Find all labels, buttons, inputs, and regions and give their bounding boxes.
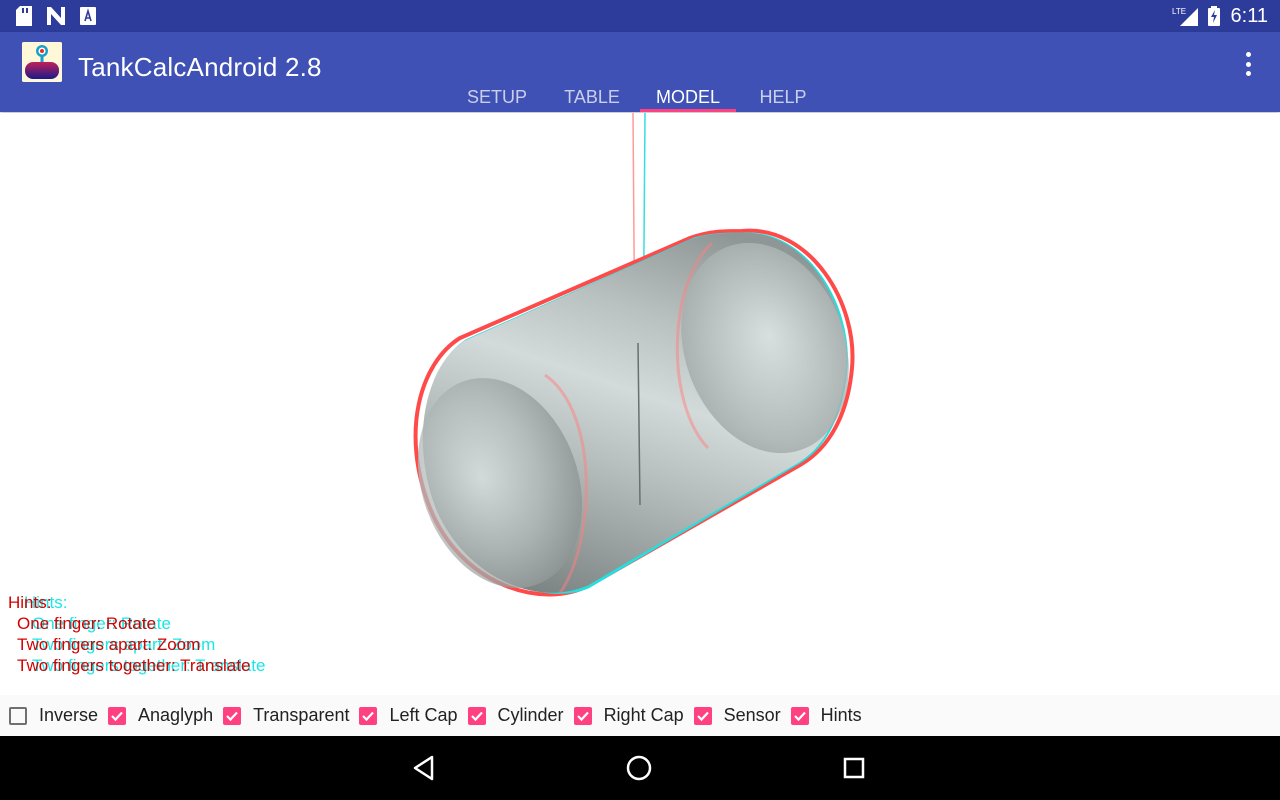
navigation-bar bbox=[0, 736, 1280, 800]
app-bar: TankCalcAndroid 2.8 SETUP TABLE MODEL HE… bbox=[0, 32, 1280, 112]
app-logo-icon bbox=[22, 42, 62, 82]
tab-label: SETUP bbox=[466, 87, 527, 107]
tab-model[interactable]: MODEL bbox=[640, 80, 736, 112]
sd-card-icon bbox=[14, 6, 34, 26]
sensor-checkbox[interactable]: Sensor bbox=[693, 705, 781, 726]
checkbox-label: Cylinder bbox=[497, 705, 564, 725]
checkbox-label: Sensor bbox=[723, 705, 781, 725]
checkbox-checked-icon bbox=[573, 706, 592, 725]
checkbox-label: Anaglyph bbox=[138, 705, 214, 725]
hint-line-1: One finger: Rotate bbox=[17, 614, 156, 633]
checkbox-label: Inverse bbox=[39, 705, 99, 725]
battery-charging-icon bbox=[1206, 6, 1222, 26]
checkbox-label: Hints bbox=[820, 705, 862, 725]
hint-line-2: Two fingers apart: Zoom bbox=[17, 635, 201, 654]
options-bar: Inverse Anaglyph Transparent Left Cap Cy… bbox=[0, 695, 1280, 736]
text-a-icon bbox=[80, 6, 96, 26]
hints-title: Hints: bbox=[8, 593, 52, 612]
checkbox-label: Right Cap bbox=[603, 705, 684, 725]
tab-setup[interactable]: SETUP bbox=[450, 80, 544, 112]
hints-overlay: Hints: One finger: Rotate Two fingers ap… bbox=[0, 593, 400, 693]
tab-label: HELP bbox=[759, 87, 807, 107]
tab-help[interactable]: HELP bbox=[736, 80, 830, 112]
hints-checkbox[interactable]: Hints bbox=[790, 705, 862, 726]
status-bar: LTE 6:11 bbox=[0, 0, 1280, 32]
hint-line-3: Two fingers together: Translate bbox=[17, 656, 251, 675]
recents-icon[interactable] bbox=[834, 750, 874, 786]
tab-bar: SETUP TABLE MODEL HELP bbox=[450, 80, 830, 112]
transparent-checkbox[interactable]: Transparent bbox=[223, 705, 349, 726]
home-icon[interactable] bbox=[619, 750, 659, 786]
checkbox-unchecked-icon bbox=[9, 706, 27, 725]
checkbox-checked-icon bbox=[359, 706, 378, 725]
checkbox-checked-icon bbox=[790, 706, 809, 725]
inverse-checkbox[interactable]: Inverse bbox=[9, 705, 98, 726]
model-canvas[interactable]: Hints: One finger: Rotate Two fingers ap… bbox=[0, 113, 1280, 695]
back-icon[interactable] bbox=[404, 750, 444, 786]
tab-label: MODEL bbox=[656, 87, 721, 107]
tab-table[interactable]: TABLE bbox=[544, 80, 640, 112]
checkbox-checked-icon bbox=[223, 706, 242, 725]
clock-time: 6:11 bbox=[1230, 5, 1268, 27]
checkbox-checked-icon bbox=[108, 706, 127, 725]
left-cap-checkbox[interactable]: Left Cap bbox=[359, 705, 458, 726]
cylinder-checkbox[interactable]: Cylinder bbox=[467, 705, 564, 726]
checkbox-label: Transparent bbox=[253, 705, 350, 725]
right-cap-checkbox[interactable]: Right Cap bbox=[573, 705, 684, 726]
checkbox-checked-icon bbox=[467, 706, 486, 725]
n-icon bbox=[46, 6, 68, 26]
svg-text:LTE: LTE bbox=[1172, 7, 1186, 16]
tab-label: TABLE bbox=[564, 87, 620, 107]
checkbox-checked-icon bbox=[693, 706, 712, 725]
app-title: TankCalcAndroid 2.8 bbox=[78, 52, 322, 82]
lte-signal-icon: LTE bbox=[1172, 6, 1198, 26]
checkbox-label: Left Cap bbox=[389, 705, 458, 725]
anaglyph-checkbox[interactable]: Anaglyph bbox=[108, 705, 213, 726]
overflow-menu-icon[interactable] bbox=[1242, 50, 1254, 78]
